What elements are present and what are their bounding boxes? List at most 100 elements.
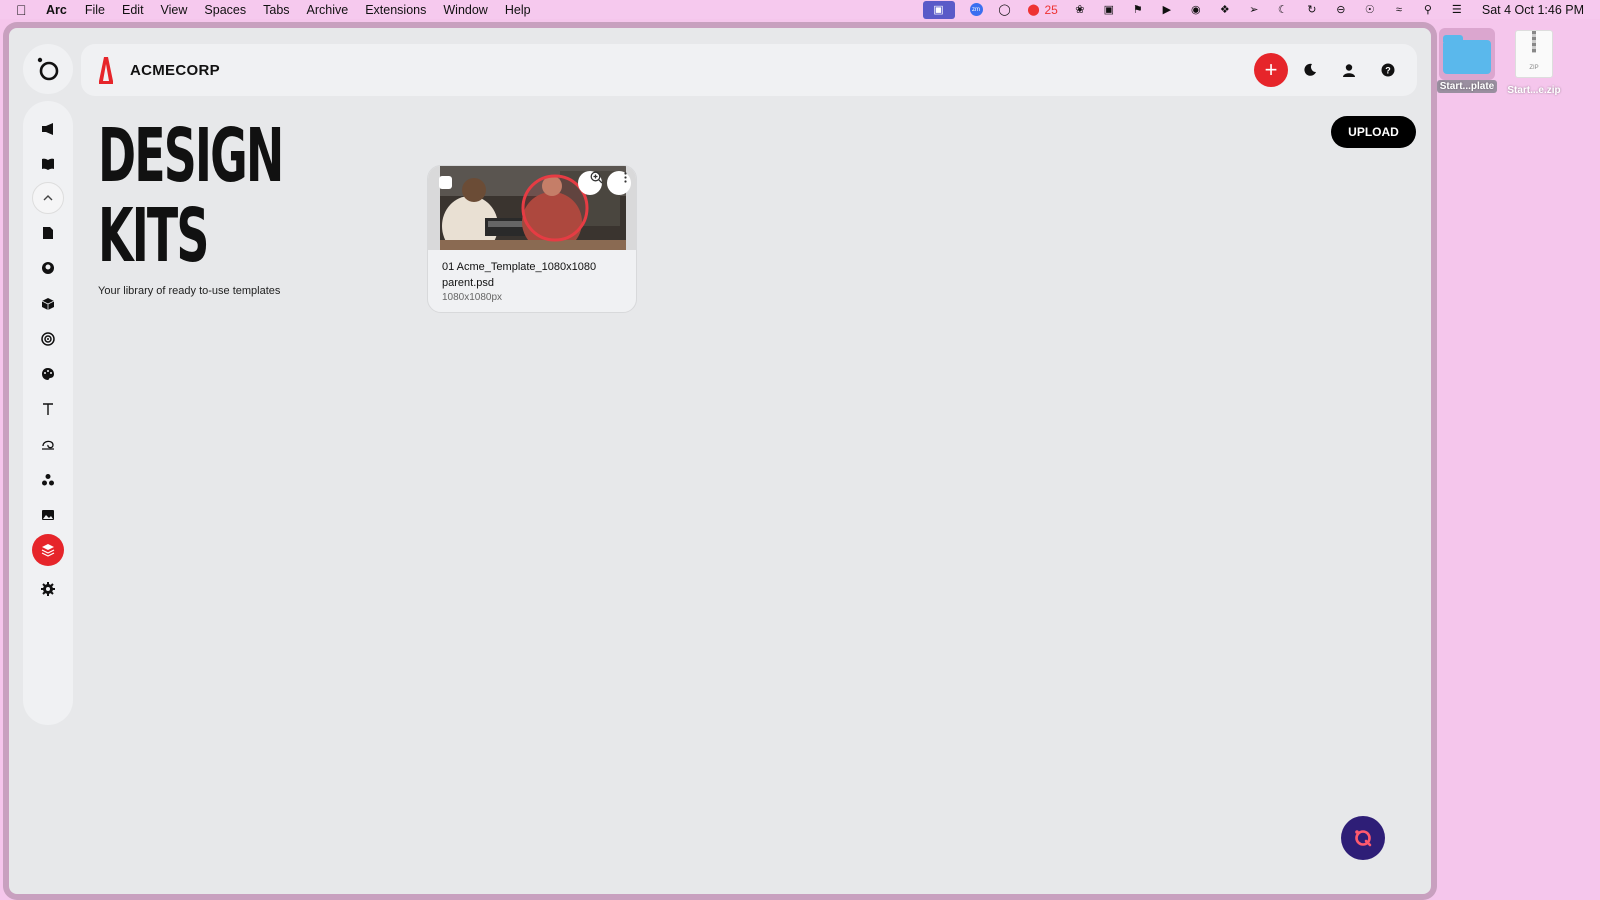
- password-icon[interactable]: ☉: [1363, 3, 1377, 17]
- sidebar-item-campaigns[interactable]: [32, 113, 64, 145]
- wifi-icon[interactable]: ≈: [1392, 3, 1406, 17]
- page-title: DESIGN KITS: [98, 113, 284, 279]
- sidebar-item-documents[interactable]: [32, 217, 64, 249]
- page-subtitle: Your library of ready to-use templates: [98, 285, 281, 297]
- brand-logo-icon: [99, 57, 113, 84]
- menu-view[interactable]: View: [161, 3, 188, 17]
- page-title-line-2: KITS: [98, 193, 209, 279]
- desktop-zip-label: Start...e.zip: [1507, 85, 1561, 96]
- desktop-folder-label: Start...plate: [1436, 80, 1498, 93]
- dark-mode-toggle[interactable]: [1293, 53, 1327, 87]
- template-select-checkbox[interactable]: [439, 176, 452, 189]
- account-button[interactable]: [1332, 53, 1366, 87]
- flag-icon[interactable]: ⚑: [1131, 3, 1145, 17]
- zoom-icon[interactable]: zm: [969, 3, 983, 16]
- menu-help[interactable]: Help: [505, 3, 531, 17]
- tomato-timer-icon[interactable]: ⬤: [1027, 3, 1041, 17]
- desktop-folder[interactable]: Start...plate: [1435, 28, 1499, 93]
- tray-badge-count: 25: [1044, 2, 1058, 17]
- minus-circle-icon[interactable]: ⊖: [1334, 3, 1348, 17]
- cube-icon: [41, 298, 55, 310]
- sidebar-item-logos[interactable]: [32, 252, 64, 284]
- target-icon: [41, 332, 55, 346]
- text-icon: [43, 403, 53, 415]
- gear-icon: [41, 582, 55, 596]
- menu-window[interactable]: Window: [443, 3, 487, 17]
- brand-name: ACMECORP: [130, 61, 220, 79]
- sidebar: [23, 101, 73, 725]
- sidebar-item-guidelines[interactable]: [32, 148, 64, 180]
- menu-extensions[interactable]: Extensions: [365, 3, 426, 17]
- sidebar-item-settings[interactable]: [32, 573, 64, 605]
- dropbox-icon[interactable]: ❖: [1218, 3, 1232, 17]
- zip-file-icon: ZIP: [1515, 30, 1553, 78]
- sidebar-item-people[interactable]: [32, 464, 64, 496]
- template-file-name: 01 Acme_Template_1080x1080 parent.psd: [442, 261, 597, 289]
- moon-icon: [1304, 63, 1316, 76]
- layers-icon: [41, 544, 55, 557]
- document-icon: [43, 227, 53, 239]
- book-icon: [42, 158, 54, 170]
- help-button[interactable]: ?: [1371, 53, 1405, 87]
- menu-tabs[interactable]: Tabs: [263, 3, 289, 17]
- upload-button[interactable]: UPLOAD: [1331, 116, 1416, 148]
- sidebar-item-motion[interactable]: [32, 428, 64, 460]
- image-icon: [42, 510, 54, 520]
- app-topbar: ACMECORP + ?: [81, 44, 1417, 96]
- topbar-actions: + ?: [1249, 53, 1405, 87]
- sidebar-item-design-kits[interactable]: [32, 534, 64, 566]
- moon-icon[interactable]: ☾: [1276, 3, 1290, 17]
- card-more-options-button[interactable]: [607, 171, 631, 195]
- zoom-in-icon: [590, 171, 603, 184]
- play-icon[interactable]: ▶: [1160, 3, 1174, 17]
- sidebar-item-colors[interactable]: [32, 358, 64, 390]
- template-thumbnail[interactable]: [428, 166, 636, 250]
- group-icon: [42, 474, 54, 486]
- chat-support-button[interactable]: [1341, 816, 1385, 860]
- sidebar-item-typography[interactable]: [32, 393, 64, 425]
- sidebar-item-assets[interactable]: [32, 288, 64, 320]
- circle-icon[interactable]: ◯: [998, 3, 1012, 17]
- page-title-line-1: DESIGN: [98, 113, 284, 199]
- control-center-icon[interactable]: ☰: [1450, 3, 1464, 17]
- megaphone-icon: [42, 123, 53, 135]
- palette-icon: [42, 368, 54, 380]
- app-logo-button[interactable]: [23, 44, 73, 94]
- menu-file[interactable]: File: [85, 3, 105, 17]
- screenshot-icon[interactable]: ▣: [1102, 3, 1116, 17]
- more-vertical-icon: [624, 172, 627, 183]
- sidebar-collapse-button[interactable]: [32, 182, 64, 214]
- desktop-zip-file[interactable]: ZIP Start...e.zip: [1502, 28, 1566, 97]
- menu-spaces[interactable]: Spaces: [204, 3, 246, 17]
- menu-app-arc[interactable]: Arc: [46, 3, 67, 17]
- macos-menubar:  Arc File Edit View Spaces Tabs Archive…: [0, 0, 1600, 19]
- help-icon: ?: [1381, 63, 1395, 77]
- spotlight-search-icon[interactable]: ⚲: [1421, 3, 1435, 17]
- brand-logo[interactable]: [97, 55, 115, 85]
- sidebar-item-targets[interactable]: [32, 323, 64, 355]
- audio-wave-icon[interactable]: ◉: [1189, 3, 1203, 17]
- folder-icon: [1439, 28, 1495, 80]
- sidebar-item-images[interactable]: [32, 499, 64, 531]
- screen-share-icon[interactable]: ▣: [922, 0, 955, 19]
- menubar-tray: ▣ zm ◯ ⬤ 25 ❀ ▣ ⚑ ▶ ◉ ❖ ➢ ☾ ↻ ⊖ ☉ ≈ ⚲ ☰ …: [922, 0, 1600, 19]
- apple-menu-icon[interactable]: : [16, 2, 32, 18]
- arc-browser-window: ACMECORP + ? DESIGN KITS Your library of…: [9, 28, 1431, 894]
- plus-icon: +: [1264, 57, 1278, 82]
- template-card[interactable]: 01 Acme_Template_1080x1080 parent.psd 10…: [427, 165, 637, 313]
- chat-bubble-icon: [1355, 830, 1372, 847]
- app-logo-icon: [37, 57, 59, 81]
- badge-icon: [42, 262, 54, 274]
- template-dimensions: 1080x1080px: [442, 292, 503, 303]
- preview-zoom-button[interactable]: [578, 171, 603, 195]
- history-icon[interactable]: ↻: [1305, 3, 1319, 17]
- create-button[interactable]: +: [1254, 53, 1288, 87]
- chevron-up-icon: [43, 195, 53, 201]
- svg-text:?: ?: [1385, 66, 1391, 76]
- menu-archive[interactable]: Archive: [307, 3, 349, 17]
- menubar-clock[interactable]: Sat 4 Oct 1:46 PM: [1482, 3, 1584, 17]
- menu-edit[interactable]: Edit: [122, 3, 144, 17]
- openai-icon[interactable]: ❀: [1073, 3, 1087, 17]
- swirl-icon: [42, 440, 54, 450]
- cursor-icon[interactable]: ➢: [1247, 3, 1261, 17]
